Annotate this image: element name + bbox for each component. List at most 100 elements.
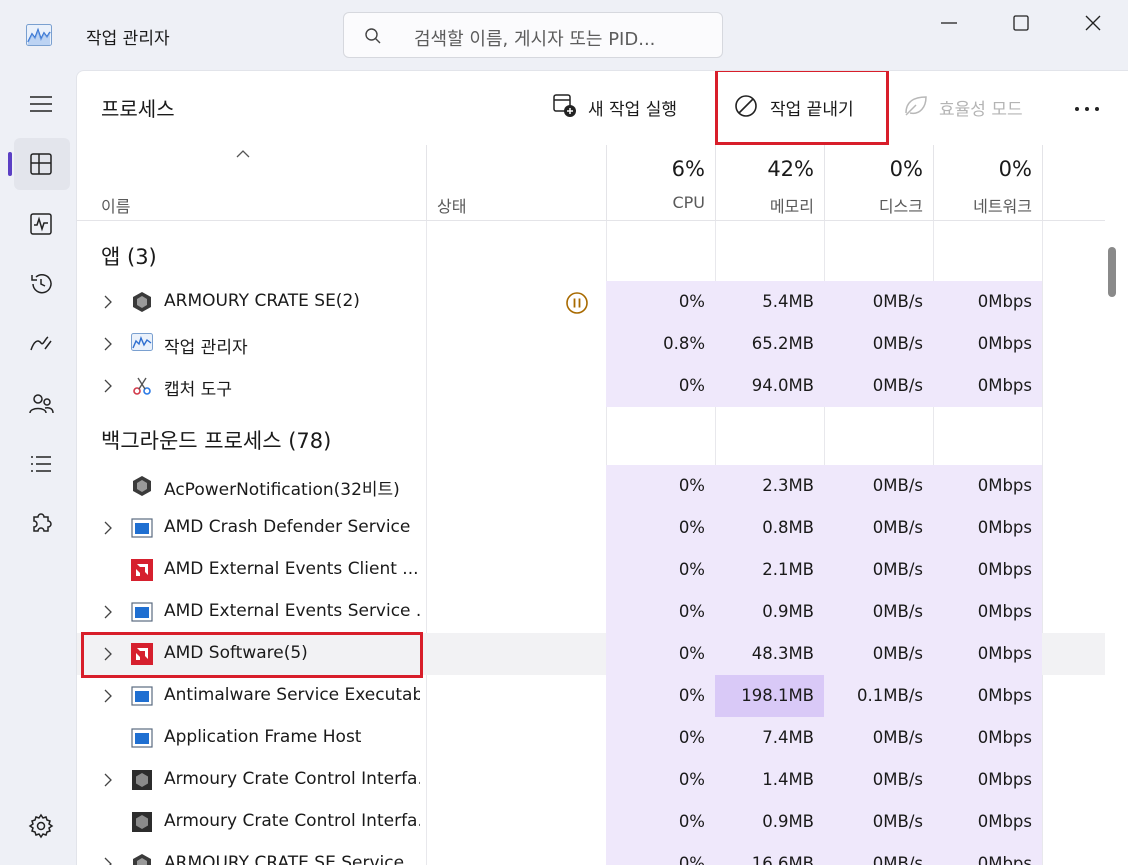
- column-divider[interactable]: [606, 145, 607, 221]
- armoury-dark-icon: [131, 769, 153, 791]
- process-mem-value: 0.8MB: [762, 518, 814, 537]
- process-disk-value: 0MB/s: [872, 292, 923, 311]
- hamburger-menu-button[interactable]: [14, 78, 70, 130]
- process-disk-value: 0.1MB/s: [857, 686, 923, 705]
- process-name: Armoury Crate Control Interfa...: [164, 769, 420, 789]
- disk-total-percent: 0%: [889, 157, 923, 181]
- nav-processes[interactable]: [8, 138, 70, 190]
- end-task-highlight-box: [715, 71, 889, 145]
- column-header-memory[interactable]: 메모리: [716, 193, 814, 217]
- process-name: AMD External Events Service ...: [164, 601, 420, 621]
- process-mem-value: 2.3MB: [762, 476, 814, 495]
- process-mem-value: 7.4MB: [762, 728, 814, 747]
- process-mem-value: 1.4MB: [762, 770, 814, 789]
- process-disk-value: 0MB/s: [872, 560, 923, 579]
- process-net-value: 0Mbps: [977, 770, 1032, 789]
- process-row[interactable]: Armoury Crate Control Interfa... 0% 1.4MB 0…: [77, 759, 1105, 801]
- column-header-disk[interactable]: 디스크: [825, 193, 923, 217]
- chevron-right-icon[interactable]: [103, 604, 113, 623]
- service-window-icon: [131, 601, 153, 623]
- minimize-button[interactable]: [926, 8, 972, 38]
- nav-services[interactable]: [14, 498, 70, 550]
- chevron-right-icon[interactable]: [103, 856, 113, 865]
- search-box[interactable]: 검색할 이름, 게시자 또는 PID...: [343, 12, 723, 58]
- memory-total-percent: 42%: [767, 157, 814, 181]
- process-row[interactable]: AMD External Events Client ... 0% 2.1MB 0MB…: [77, 549, 1105, 591]
- process-net-value: 0Mbps: [977, 376, 1032, 395]
- efficiency-mode-button[interactable]: 효율성 모드: [903, 93, 1043, 120]
- chevron-right-icon[interactable]: [103, 378, 113, 397]
- nav-users[interactable]: [14, 378, 70, 430]
- process-cpu-value: 0%: [678, 292, 705, 311]
- process-name: AMD External Events Client ...: [164, 559, 419, 579]
- column-header-network[interactable]: 네트워크: [934, 193, 1032, 217]
- minimize-icon: [941, 22, 957, 24]
- process-net-value: 0Mbps: [977, 812, 1032, 831]
- process-row[interactable]: 캡처 도구 0% 94.0MB 0MB/s 0Mbps: [77, 365, 1105, 407]
- processes-panel: 프로세스 새 작업 실행 작업 끝내기 효율성 모드 이름 상태 6% CPU …: [76, 70, 1128, 865]
- maximize-button[interactable]: [998, 8, 1044, 38]
- service-window-icon: [131, 685, 153, 707]
- selected-row-highlight-box: [81, 632, 423, 678]
- chevron-right-icon[interactable]: [103, 688, 113, 707]
- process-row[interactable]: Armoury Crate Control Interfa... 0% 0.9MB 0…: [77, 801, 1105, 843]
- nav-app-history[interactable]: [14, 258, 70, 310]
- process-row[interactable]: 작업 관리자 0.8% 65.2MB 0MB/s 0Mbps: [77, 323, 1105, 365]
- column-divider[interactable]: [1042, 145, 1043, 221]
- process-mem-value: 0.9MB: [762, 602, 814, 621]
- column-divider[interactable]: [824, 145, 825, 221]
- process-row[interactable]: AcPowerNotification(32비트) 0% 2.3MB 0MB/s 0Mb…: [77, 465, 1105, 507]
- details-list-icon: [31, 456, 51, 472]
- group-header-apps: 앱 (3): [101, 245, 157, 269]
- process-name: Antimalware Service Executab...: [164, 685, 420, 705]
- process-cpu-value: 0%: [678, 728, 705, 747]
- armoury-icon: [131, 853, 153, 865]
- process-row[interactable]: ARMOURY CRATE SE Service 0% 16.6MB 0MB/s 0Mb…: [77, 843, 1105, 865]
- process-disk-value: 0MB/s: [872, 812, 923, 831]
- chevron-right-icon[interactable]: [103, 772, 113, 791]
- process-net-value: 0Mbps: [977, 334, 1032, 353]
- process-cpu-value: 0%: [678, 686, 705, 705]
- process-row[interactable]: AMD External Events Service ... 0% 0.9MB 0M…: [77, 591, 1105, 633]
- column-header-name[interactable]: 이름: [101, 193, 130, 217]
- process-cpu-value: 0%: [678, 854, 705, 865]
- process-row[interactable]: Application Frame Host 0% 7.4MB 0MB/s 0Mbps: [77, 717, 1105, 759]
- nav-startup-apps[interactable]: [14, 318, 70, 370]
- column-header-status[interactable]: 상태: [437, 193, 466, 217]
- chevron-right-icon[interactable]: [103, 336, 113, 355]
- new-task-icon: [553, 94, 576, 117]
- search-input[interactable]: 검색할 이름, 게시자 또는 PID...: [414, 25, 655, 51]
- column-divider[interactable]: [715, 145, 716, 221]
- network-total-percent: 0%: [998, 157, 1032, 181]
- services-puzzle-icon: [33, 513, 52, 532]
- more-options-button[interactable]: [1073, 99, 1101, 119]
- maximize-icon: [1013, 15, 1029, 31]
- process-name: Armoury Crate Control Interfa...: [164, 811, 420, 831]
- nav-performance[interactable]: [14, 198, 70, 250]
- process-cpu-value: 0%: [678, 476, 705, 495]
- process-row[interactable]: AMD Crash Defender Service 0% 0.8MB 0MB/s 0M…: [77, 507, 1105, 549]
- chevron-right-icon[interactable]: [103, 294, 113, 313]
- process-net-value: 0Mbps: [977, 292, 1032, 311]
- process-mem-value: 16.6MB: [751, 854, 814, 865]
- column-header-cpu[interactable]: CPU: [607, 193, 705, 212]
- task-manager-icon: [26, 24, 52, 46]
- run-new-task-button[interactable]: 새 작업 실행: [552, 93, 702, 120]
- column-divider[interactable]: [426, 145, 427, 221]
- users-icon: [29, 394, 54, 414]
- more-dots-icon: [1075, 107, 1099, 111]
- nav-settings[interactable]: [14, 800, 70, 852]
- process-row[interactable]: Antimalware Service Executab... 0% 198.1MB…: [77, 675, 1105, 717]
- process-net-value: 0Mbps: [977, 518, 1032, 537]
- process-disk-value: 0MB/s: [872, 854, 923, 865]
- chevron-right-icon[interactable]: [103, 520, 113, 539]
- process-row[interactable]: ARMOURY CRATE SE(2) 0% 5.4MB 0MB/s 0Mbps: [77, 281, 1105, 323]
- scrollbar-thumb[interactable]: [1108, 247, 1116, 297]
- service-window-icon: [131, 727, 153, 749]
- close-button[interactable]: [1070, 8, 1116, 38]
- processes-icon: [30, 153, 52, 175]
- nav-details[interactable]: [14, 438, 70, 490]
- amd-icon: [131, 559, 153, 581]
- process-net-value: 0Mbps: [977, 854, 1032, 865]
- column-divider[interactable]: [933, 145, 934, 221]
